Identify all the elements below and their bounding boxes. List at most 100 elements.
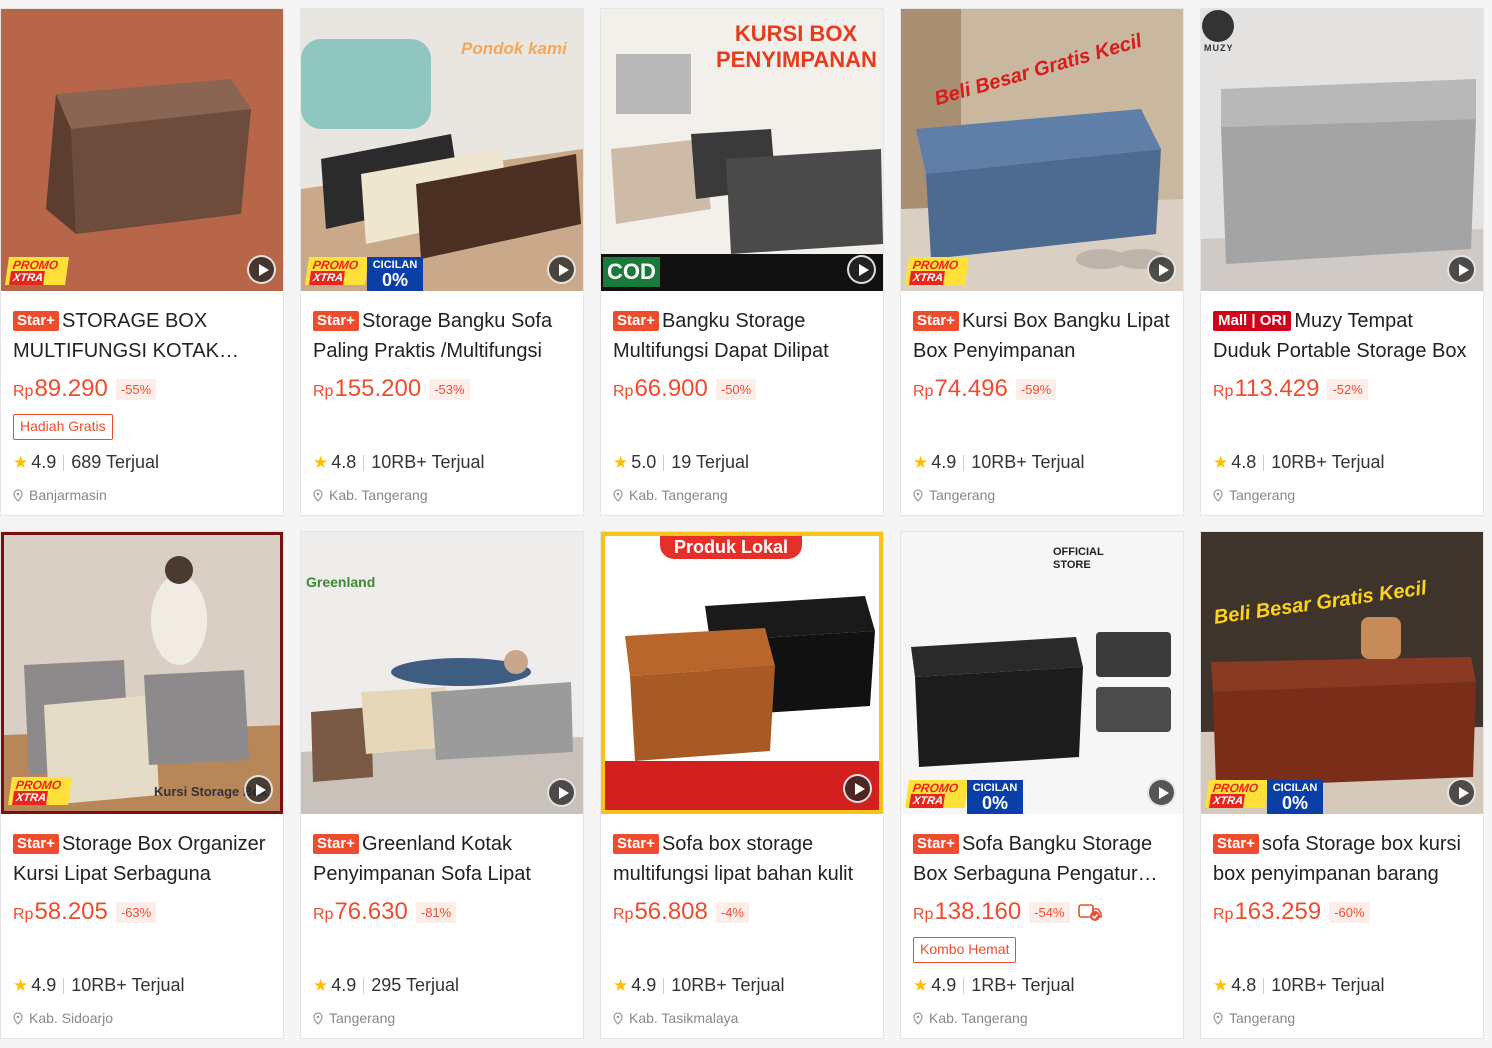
product-card[interactable]: Produk Lokal Star+ Sofa box storage multi… <box>600 531 884 1039</box>
cicilan-badge: CICILAN 0% <box>367 257 423 291</box>
product-card[interactable]: Beli Besar Gratis Kecil PROMO XTRA Star+ K… <box>900 8 1184 516</box>
location-pin-icon <box>13 1011 23 1025</box>
rating: 4.9 <box>931 975 957 995</box>
location: Kab. Tangerang <box>929 1010 1028 1026</box>
discount-badge: -54% <box>1029 901 1070 923</box>
product-image[interactable]: MUZY <box>1201 9 1483 291</box>
divider <box>63 454 65 471</box>
star-plus-badge: Star+ <box>913 834 959 854</box>
product-image[interactable]: Greenland <box>301 532 583 814</box>
star-plus-badge: Star+ <box>913 311 959 331</box>
play-video-icon[interactable] <box>547 778 576 807</box>
product-title[interactable]: Star+ Storage Box Organizer Kursi Lipat S… <box>13 829 271 889</box>
discount-badge: -55% <box>115 378 157 400</box>
location: Kab. Tangerang <box>329 487 428 503</box>
product-title[interactable]: Star+ Storage Bangku Sofa Paling Praktis … <box>313 306 571 366</box>
play-video-icon[interactable] <box>1447 778 1476 807</box>
price: 58.205 <box>34 898 108 925</box>
location: Kab. Tasikmalaya <box>629 1010 739 1026</box>
play-video-icon[interactable] <box>244 775 273 804</box>
cod-label: COD <box>603 257 660 287</box>
sold-count: 10RB+ Terjual <box>1271 452 1385 472</box>
price: 56.808 <box>634 898 708 925</box>
sold-count: 10RB+ Terjual <box>671 975 785 995</box>
product-card[interactable]: MUZY Mall | ORI Muzy Tempat Duduk Portabl… <box>1200 8 1484 516</box>
divider <box>363 977 365 994</box>
sold-count: 295 Terjual <box>371 975 460 995</box>
product-title[interactable]: Mall | ORI Muzy Tempat Duduk Portable Sto… <box>1213 306 1471 366</box>
product-image[interactable]: Produk Lokal <box>601 532 883 814</box>
banner-title: KURSI BOX PENYIMPANAN <box>716 21 877 72</box>
product-image[interactable]: OFFICIAL STORE PROMO XTRA CICILAN 0% <box>901 532 1183 814</box>
divider <box>963 977 965 994</box>
rating: 4.8 <box>1231 452 1257 472</box>
star-icon: ★ <box>13 452 29 472</box>
play-video-icon[interactable] <box>847 255 876 284</box>
promo-xtra-badge: PROMO XTRA <box>1205 780 1269 808</box>
divider <box>363 454 365 471</box>
play-video-icon[interactable] <box>1447 255 1476 284</box>
rating: 4.9 <box>931 452 957 472</box>
sold-count: 19 Terjual <box>671 452 750 472</box>
location-pin-icon <box>1213 488 1223 502</box>
discount-badge: -59% <box>1015 378 1057 400</box>
rating: 4.8 <box>331 452 357 472</box>
price: 163.259 <box>1234 898 1322 925</box>
currency: Rp <box>613 905 634 923</box>
rating: 4.9 <box>31 452 57 472</box>
product-image[interactable]: PROMO XTRA <box>1 9 283 291</box>
divider <box>663 454 665 471</box>
product-card[interactable]: Greenland Star+ Greenland Kotak Penyimpan… <box>300 531 584 1039</box>
product-title[interactable]: Star+ sofa Storage box kursi box penyimpa… <box>1213 829 1471 889</box>
product-card[interactable]: Beli Besar Gratis Kecil PROMO XTRA CICILA… <box>1200 531 1484 1039</box>
promo-tag: Kombo Hemat <box>913 937 1017 963</box>
star-icon: ★ <box>13 975 29 995</box>
rating: 4.9 <box>331 975 357 995</box>
location: Tangerang <box>929 487 996 503</box>
product-card[interactable]: Kursi Storage Box PROMO XTRA Star+ Storage… <box>0 531 284 1039</box>
product-title[interactable]: Star+ Kursi Box Bangku Lipat Box Penyimpa… <box>913 306 1171 366</box>
location: Kab. Sidoarjo <box>29 1010 114 1026</box>
product-image[interactable]: Kursi Storage Box PROMO XTRA <box>1 532 283 814</box>
location-pin-icon <box>913 488 923 502</box>
discount-badge: -4% <box>715 901 749 923</box>
product-image[interactable]: Pondok kami PROMO XTRA CICILAN 0% <box>301 9 583 291</box>
rating: 4.9 <box>631 975 657 995</box>
product-grid: PROMO XTRA Star+ STORAGE BOX MULTIFUNGSI K… <box>0 8 1492 1039</box>
promo-xtra-badge: PROMO XTRA <box>5 257 69 285</box>
currency: Rp <box>613 382 634 400</box>
discount-badge: -81% <box>415 901 457 923</box>
currency: Rp <box>1213 905 1234 923</box>
product-title[interactable]: Star+ Bangku Storage Multifungsi Dapat Di… <box>613 306 871 366</box>
product-card[interactable]: Pondok kami PROMO XTRA CICILAN 0% Star+ Sto… <box>300 8 584 516</box>
product-card[interactable]: OFFICIAL STORE PROMO XTRA CICILAN 0% Star+… <box>900 531 1184 1039</box>
price: 155.200 <box>334 375 422 402</box>
promo-xtra-badge: PROMO XTRA <box>905 780 969 808</box>
play-video-icon[interactable] <box>247 255 276 284</box>
product-title[interactable]: Star+ Sofa Bangku Storage Box Serbaguna P… <box>913 829 1171 889</box>
star-icon: ★ <box>913 452 929 472</box>
product-card[interactable]: PROMO XTRA Star+ STORAGE BOX MULTIFUNGSI K… <box>0 8 284 516</box>
product-title[interactable]: Star+ Greenland Kotak Penyimpanan Sofa Li… <box>313 829 571 889</box>
divider <box>1263 454 1265 471</box>
play-video-icon[interactable] <box>547 255 576 284</box>
product-image[interactable]: Beli Besar Gratis Kecil PROMO XTRA <box>901 9 1183 291</box>
promo-xtra-badge: PROMO XTRA <box>305 257 369 285</box>
product-title[interactable]: Star+STORAGE BOX MULTIFUNGSI KOTAK PENYI… <box>13 306 271 366</box>
star-icon: ★ <box>313 975 329 995</box>
product-image[interactable]: Beli Besar Gratis Kecil PROMO XTRA CICILA… <box>1201 532 1483 814</box>
cicilan-badge: CICILAN 0% <box>967 780 1023 814</box>
location-pin-icon <box>313 1011 323 1025</box>
product-image[interactable]: KURSI BOX PENYIMPANAN COD <box>601 9 883 291</box>
currency: Rp <box>1213 382 1234 400</box>
product-card[interactable]: KURSI BOX PENYIMPANAN COD Star+ Bangku St… <box>600 8 884 516</box>
discount-badge: -63% <box>115 901 157 923</box>
play-video-icon[interactable] <box>1147 778 1176 807</box>
product-title[interactable]: Star+ Sofa box storage multifungsi lipat … <box>613 829 871 889</box>
play-video-icon[interactable] <box>843 774 872 803</box>
promo-xtra-badge: PROMO XTRA <box>8 777 72 805</box>
sold-count: 1RB+ Terjual <box>971 975 1075 995</box>
star-icon: ★ <box>313 452 329 472</box>
mall-ori-badge: Mall | ORI <box>1213 311 1292 331</box>
play-video-icon[interactable] <box>1147 255 1176 284</box>
